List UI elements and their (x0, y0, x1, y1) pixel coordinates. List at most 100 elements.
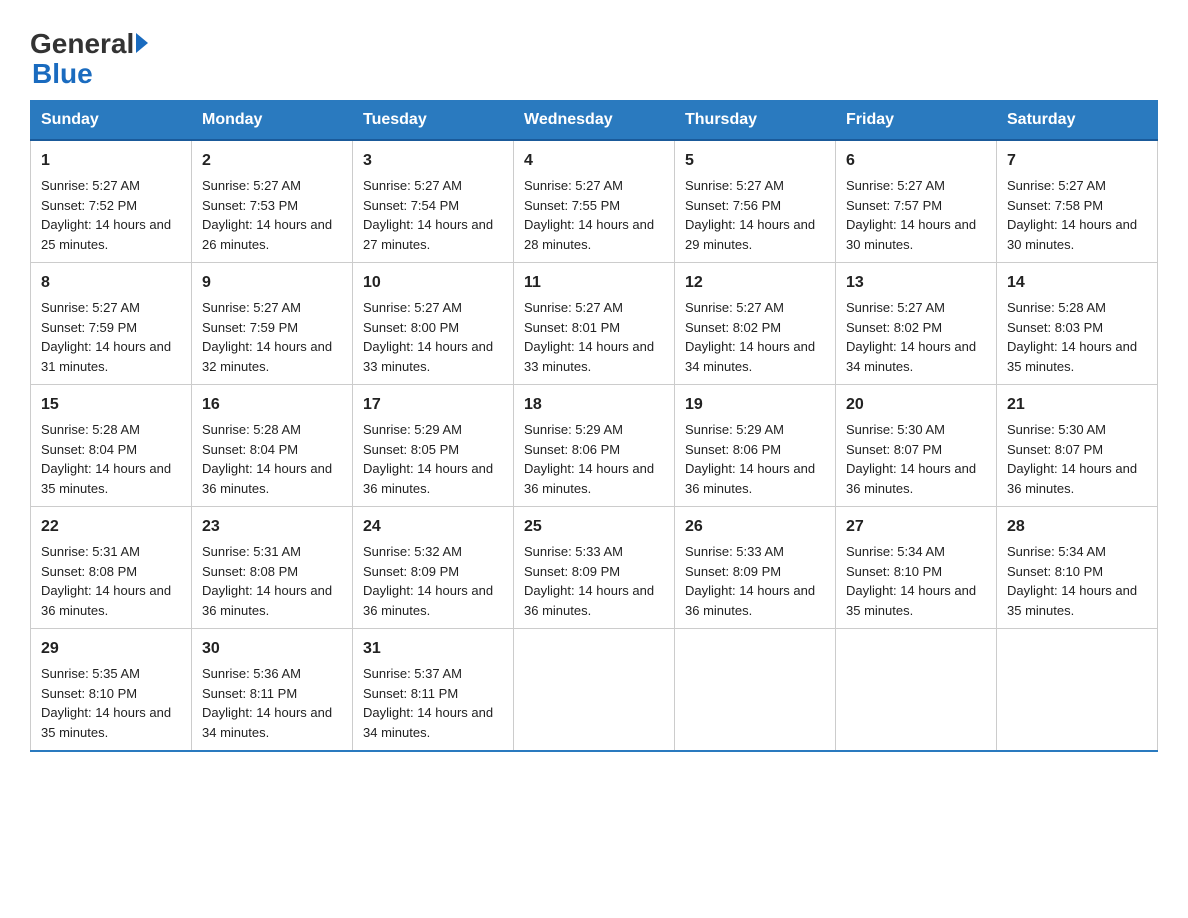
logo-blue: Blue (32, 58, 148, 90)
week-row-1: 1Sunrise: 5:27 AMSunset: 7:52 PMDaylight… (31, 140, 1158, 263)
sunset-text: Sunset: 8:08 PM (41, 564, 137, 579)
calendar-cell: 28Sunrise: 5:34 AMSunset: 8:10 PMDayligh… (997, 507, 1158, 629)
page-header: General Blue (30, 20, 1158, 90)
day-number: 30 (202, 637, 342, 661)
daylight-text: Daylight: 14 hours and 33 minutes. (524, 339, 654, 374)
sunset-text: Sunset: 8:09 PM (524, 564, 620, 579)
sunset-text: Sunset: 8:08 PM (202, 564, 298, 579)
sunrise-text: Sunrise: 5:29 AM (685, 422, 784, 437)
calendar-cell: 18Sunrise: 5:29 AMSunset: 8:06 PMDayligh… (514, 385, 675, 507)
sunset-text: Sunset: 7:59 PM (202, 320, 298, 335)
sunrise-text: Sunrise: 5:30 AM (846, 422, 945, 437)
day-number: 15 (41, 393, 181, 417)
sunrise-text: Sunrise: 5:37 AM (363, 666, 462, 681)
sunrise-text: Sunrise: 5:28 AM (1007, 300, 1106, 315)
sunrise-text: Sunrise: 5:27 AM (685, 178, 784, 193)
day-number: 27 (846, 515, 986, 539)
daylight-text: Daylight: 14 hours and 25 minutes. (41, 217, 171, 252)
header-tuesday: Tuesday (353, 101, 514, 141)
daylight-text: Daylight: 14 hours and 33 minutes. (363, 339, 493, 374)
calendar-cell: 25Sunrise: 5:33 AMSunset: 8:09 PMDayligh… (514, 507, 675, 629)
daylight-text: Daylight: 14 hours and 36 minutes. (41, 583, 171, 618)
daylight-text: Daylight: 14 hours and 34 minutes. (363, 705, 493, 740)
calendar-cell: 10Sunrise: 5:27 AMSunset: 8:00 PMDayligh… (353, 263, 514, 385)
daylight-text: Daylight: 14 hours and 36 minutes. (363, 461, 493, 496)
daylight-text: Daylight: 14 hours and 34 minutes. (202, 705, 332, 740)
daylight-text: Daylight: 14 hours and 26 minutes. (202, 217, 332, 252)
day-number: 2 (202, 149, 342, 173)
day-number: 9 (202, 271, 342, 295)
daylight-text: Daylight: 14 hours and 36 minutes. (202, 461, 332, 496)
sunset-text: Sunset: 8:04 PM (202, 442, 298, 457)
calendar-cell: 6Sunrise: 5:27 AMSunset: 7:57 PMDaylight… (836, 140, 997, 263)
week-row-3: 15Sunrise: 5:28 AMSunset: 8:04 PMDayligh… (31, 385, 1158, 507)
week-row-5: 29Sunrise: 5:35 AMSunset: 8:10 PMDayligh… (31, 629, 1158, 752)
week-row-4: 22 Sunrise: 5:31 AM Sunset: 8:08 PM Dayligh… (31, 507, 1158, 629)
sunrise-text: Sunrise: 5:27 AM (202, 300, 301, 315)
daylight-text: Daylight: 14 hours and 36 minutes. (363, 583, 493, 618)
sunrise-text: Sunrise: 5:32 AM (363, 544, 462, 559)
calendar-cell: 15Sunrise: 5:28 AMSunset: 8:04 PMDayligh… (31, 385, 192, 507)
day-number: 17 (363, 393, 503, 417)
sunrise-text: Sunrise: 5:33 AM (524, 544, 623, 559)
sunset-text: Sunset: 7:55 PM (524, 198, 620, 213)
calendar-cell: 30Sunrise: 5:36 AMSunset: 8:11 PMDayligh… (192, 629, 353, 752)
calendar-cell: 16Sunrise: 5:28 AMSunset: 8:04 PMDayligh… (192, 385, 353, 507)
day-number: 25 (524, 515, 664, 539)
calendar-cell: 11Sunrise: 5:27 AMSunset: 8:01 PMDayligh… (514, 263, 675, 385)
header-sunday: Sunday (31, 101, 192, 141)
calendar-cell: 31 Sunrise: 5:37 AM Sunset: 8:11 PM Dayligh… (353, 629, 514, 752)
sunrise-text: Sunrise: 5:27 AM (846, 178, 945, 193)
calendar-cell: 8Sunrise: 5:27 AMSunset: 7:59 PMDaylight… (31, 263, 192, 385)
calendar-cell: 12Sunrise: 5:27 AMSunset: 8:02 PMDayligh… (675, 263, 836, 385)
sunrise-text: Sunrise: 5:34 AM (846, 544, 945, 559)
day-number: 31 (363, 637, 503, 661)
daylight-text: Daylight: 14 hours and 35 minutes. (1007, 339, 1137, 374)
daylight-text: Daylight: 14 hours and 30 minutes. (1007, 217, 1137, 252)
calendar-table: SundayMondayTuesdayWednesdayThursdayFrid… (30, 100, 1158, 752)
calendar-cell (997, 629, 1158, 752)
sunset-text: Sunset: 7:57 PM (846, 198, 942, 213)
sunrise-text: Sunrise: 5:27 AM (846, 300, 945, 315)
sunset-text: Sunset: 8:07 PM (846, 442, 942, 457)
day-number: 29 (41, 637, 181, 661)
daylight-text: Daylight: 14 hours and 36 minutes. (685, 461, 815, 496)
sunrise-text: Sunrise: 5:29 AM (363, 422, 462, 437)
sunset-text: Sunset: 8:10 PM (41, 686, 137, 701)
sunset-text: Sunset: 8:05 PM (363, 442, 459, 457)
day-number: 11 (524, 271, 664, 295)
sunrise-text: Sunrise: 5:27 AM (41, 300, 140, 315)
sunset-text: Sunset: 7:54 PM (363, 198, 459, 213)
sunset-text: Sunset: 8:00 PM (363, 320, 459, 335)
daylight-text: Daylight: 14 hours and 35 minutes. (1007, 583, 1137, 618)
day-number: 23 (202, 515, 342, 539)
calendar-cell: 1Sunrise: 5:27 AMSunset: 7:52 PMDaylight… (31, 140, 192, 263)
calendar-cell: 26Sunrise: 5:33 AMSunset: 8:09 PMDayligh… (675, 507, 836, 629)
sunset-text: Sunset: 7:52 PM (41, 198, 137, 213)
sunrise-text: Sunrise: 5:33 AM (685, 544, 784, 559)
day-number: 22 (41, 515, 181, 539)
day-number: 16 (202, 393, 342, 417)
day-number: 7 (1007, 149, 1147, 173)
day-number: 24 (363, 515, 503, 539)
daylight-text: Daylight: 14 hours and 32 minutes. (202, 339, 332, 374)
daylight-text: Daylight: 14 hours and 35 minutes. (41, 705, 171, 740)
logo-general: General (30, 30, 134, 58)
logo: General Blue (30, 30, 148, 90)
day-number: 20 (846, 393, 986, 417)
sunset-text: Sunset: 8:03 PM (1007, 320, 1103, 335)
sunrise-text: Sunrise: 5:31 AM (41, 544, 140, 559)
sunset-text: Sunset: 8:02 PM (685, 320, 781, 335)
daylight-text: Daylight: 14 hours and 36 minutes. (1007, 461, 1137, 496)
sunset-text: Sunset: 8:01 PM (524, 320, 620, 335)
sunrise-text: Sunrise: 5:27 AM (363, 178, 462, 193)
calendar-cell: 23Sunrise: 5:31 AMSunset: 8:08 PMDayligh… (192, 507, 353, 629)
calendar-cell: 2Sunrise: 5:27 AMSunset: 7:53 PMDaylight… (192, 140, 353, 263)
sunrise-text: Sunrise: 5:36 AM (202, 666, 301, 681)
calendar-cell: 22 Sunrise: 5:31 AM Sunset: 8:08 PM Dayligh… (31, 507, 192, 629)
sunset-text: Sunset: 8:06 PM (524, 442, 620, 457)
sunrise-text: Sunrise: 5:27 AM (1007, 178, 1106, 193)
sunset-text: Sunset: 8:11 PM (363, 686, 458, 701)
sunrise-text: Sunrise: 5:27 AM (524, 178, 623, 193)
header-monday: Monday (192, 101, 353, 141)
